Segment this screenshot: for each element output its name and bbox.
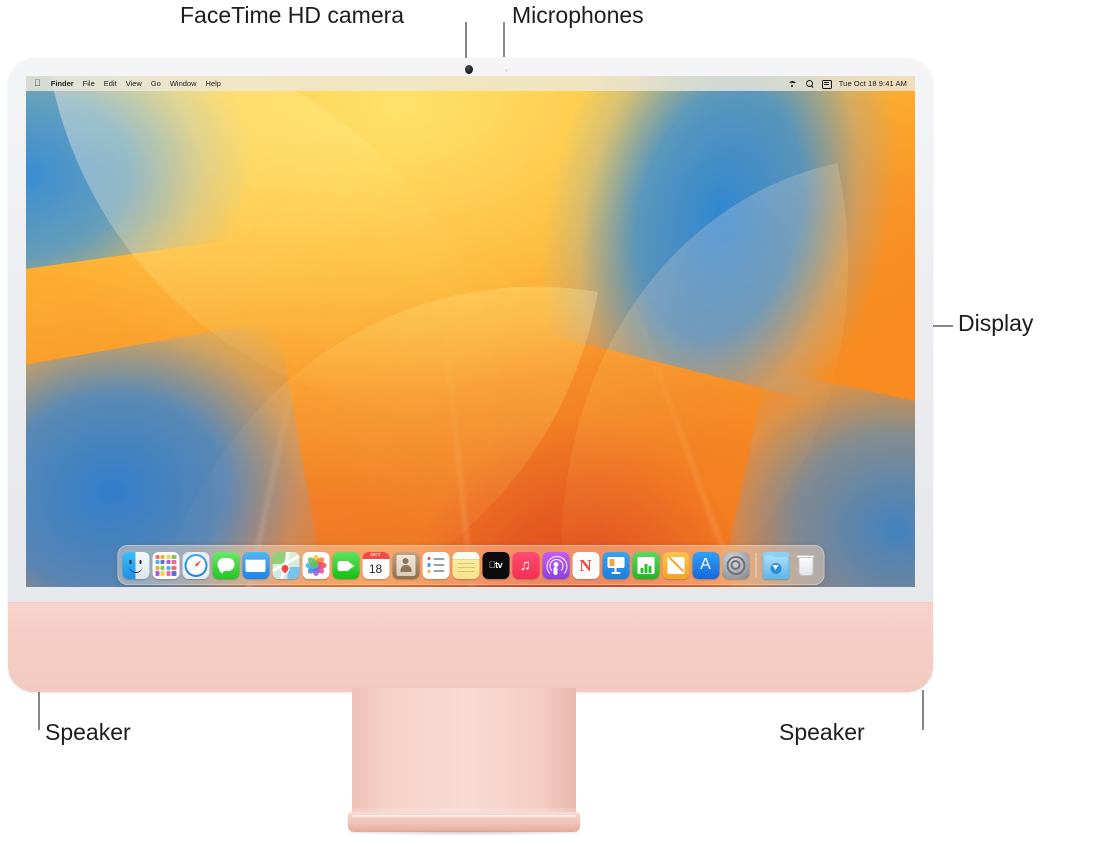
control-center-icon[interactable]: [822, 79, 833, 89]
dock-item-music[interactable]: ♫: [512, 551, 539, 579]
dock-item-mail[interactable]: [242, 551, 269, 579]
menu-item-file[interactable]: File: [83, 80, 95, 88]
menu-bar-clock[interactable]: Tue Oct 18 9:41 AM: [839, 79, 907, 88]
dock-separator: [755, 553, 756, 577]
apple-logo-icon[interactable]: : [34, 79, 41, 88]
menu-item-window[interactable]: Window: [170, 80, 197, 88]
search-icon[interactable]: [805, 79, 814, 89]
wifi-icon[interactable]: [788, 79, 798, 88]
leader-line-microphones: [503, 22, 505, 57]
callout-speaker-left: Speaker: [45, 719, 131, 745]
microphone-icon: [505, 69, 508, 72]
dock-item-notes[interactable]: [452, 551, 479, 579]
music-note-icon: ♫: [519, 556, 532, 574]
callout-display: Display: [958, 310, 1034, 336]
calendar-day-label: 18: [368, 561, 383, 576]
dock-item-facetime[interactable]: [332, 551, 359, 579]
dock-item-maps[interactable]: [272, 551, 299, 579]
facetime-camera-icon: [465, 65, 473, 74]
dock-item-keynote[interactable]: [602, 551, 629, 579]
imac-foot-lip: [352, 815, 576, 818]
menu-bar[interactable]:  Finder File Edit View Go Window Help: [26, 76, 915, 91]
menu-bar-app-menus:  Finder File Edit View Go Window Help: [34, 79, 221, 88]
news-letter: N: [579, 555, 592, 575]
display-screen:  Finder File Edit View Go Window Help: [26, 76, 915, 587]
imac-foot: [348, 812, 580, 832]
callout-facetime-camera: FaceTime HD camera: [180, 2, 405, 28]
calendar-month-label: OCT: [362, 551, 389, 559]
dock[interactable]: OCT 18 tv ♫: [117, 545, 824, 585]
desktop-wallpaper: [26, 76, 915, 587]
dock-item-finder[interactable]: [122, 551, 149, 579]
dock-item-reminders[interactable]: [422, 551, 449, 579]
menu-item-help[interactable]: Help: [206, 80, 221, 88]
imac-chin-shade: [8, 602, 933, 605]
dock-item-podcasts[interactable]: [542, 551, 569, 579]
callout-speaker-right: Speaker: [779, 719, 865, 745]
dock-item-news[interactable]: N: [572, 551, 599, 579]
dock-item-numbers[interactable]: [632, 551, 659, 579]
menu-item-go[interactable]: Go: [151, 80, 161, 88]
dock-item-system-settings[interactable]: [722, 551, 749, 579]
menu-item-view[interactable]: View: [126, 80, 142, 88]
dock-item-messages[interactable]: [212, 551, 239, 579]
leader-line-facetime-camera: [465, 22, 467, 60]
dock-item-downloads[interactable]: [762, 551, 789, 579]
dock-item-tv[interactable]: tv: [482, 551, 509, 579]
dock-item-safari[interactable]: [182, 551, 209, 579]
dock-item-photos[interactable]: [302, 551, 329, 579]
dock-item-pages[interactable]: [662, 551, 689, 579]
dock-item-calendar[interactable]: OCT 18: [362, 551, 389, 579]
tv-label: tv: [489, 559, 503, 570]
imac-foot-shadow: [352, 830, 576, 836]
dock-item-app-store[interactable]: A: [692, 551, 719, 579]
dock-item-launchpad[interactable]: [152, 551, 179, 579]
callout-microphones: Microphones: [512, 2, 644, 28]
leader-line-speaker-left: [38, 690, 40, 730]
imac-chin: [8, 602, 933, 692]
menu-bar-status-area: Tue Oct 18 9:41 AM: [788, 79, 907, 89]
menu-item-edit[interactable]: Edit: [104, 80, 117, 88]
dock-item-trash[interactable]: [792, 552, 819, 579]
imac-stand: [352, 688, 576, 818]
leader-line-speaker-right: [922, 690, 924, 730]
menu-item-finder[interactable]: Finder: [51, 80, 74, 88]
imac-device:  Finder File Edit View Go Window Help: [8, 58, 933, 692]
app-store-letter: A: [700, 556, 711, 573]
dock-item-contacts[interactable]: [392, 551, 419, 579]
